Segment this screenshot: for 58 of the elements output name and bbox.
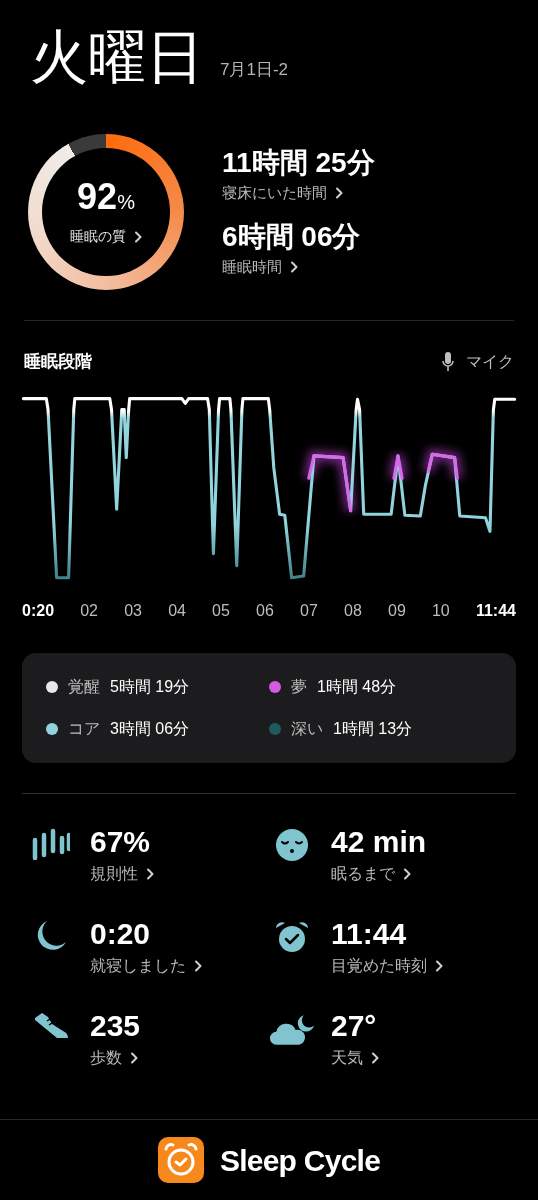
time-label: 0:20	[22, 600, 55, 621]
chevron-icon	[371, 1051, 379, 1064]
legend-value: 3時間 06分	[110, 718, 190, 739]
stat-link[interactable]: 就寝しました	[90, 953, 202, 978]
time-label: 07	[300, 600, 318, 621]
legend-value: 5時間 19分	[110, 676, 190, 697]
chevron-icon	[130, 1051, 138, 1064]
quality-link[interactable]: 睡眠の質	[70, 226, 142, 247]
duration-link[interactable]: 睡眠時間	[222, 256, 375, 279]
stat-link[interactable]: 規則性	[90, 861, 154, 886]
time-label: 02	[80, 600, 98, 621]
stat-link[interactable]: 目覚めた時刻	[331, 953, 443, 978]
date-label: 7月1日-2	[220, 58, 289, 81]
bars-icon	[32, 827, 70, 860]
legend-value: 1時間 48分	[317, 676, 397, 697]
moon-icon	[35, 919, 67, 952]
stat-link[interactable]: 眠るまで	[331, 861, 427, 886]
duration-value: 6時間 06分	[222, 220, 362, 254]
stat-value: 11:44	[331, 915, 408, 952]
stat-value: 0:20	[90, 915, 152, 952]
stat-link[interactable]: 歩数	[90, 1045, 141, 1070]
time-label: 03	[124, 600, 142, 621]
duration-value: 11時間 25分	[222, 145, 375, 180]
chevron-icon	[146, 867, 154, 880]
mic-button[interactable]: マイク	[442, 349, 514, 374]
legend-value: 1時間 13分	[333, 718, 413, 739]
legend-label: 覚醒	[68, 676, 100, 697]
time-label: 04	[168, 600, 186, 621]
chevron-icon	[194, 959, 202, 972]
quality-value: 92%	[77, 177, 135, 219]
time-label: 06	[256, 600, 274, 621]
stat-value: 27°	[331, 1007, 378, 1044]
chevron-icon	[290, 261, 298, 274]
shoe-icon	[33, 1011, 69, 1040]
stat-link[interactable]: 天気	[331, 1045, 379, 1070]
stat-value: 67%	[90, 823, 152, 860]
chevron-icon	[335, 186, 343, 199]
app-name: Sleep Cycle	[219, 1142, 381, 1179]
time-label: 09	[388, 600, 406, 621]
alarm-clock-icon	[275, 919, 309, 954]
legend-label: 深い	[291, 718, 323, 739]
time-label: 08	[344, 600, 362, 621]
time-label: 05	[212, 600, 230, 621]
stat-value: 42 min	[331, 823, 427, 860]
duration-link[interactable]: 寝床にいた時間	[222, 181, 375, 204]
legend-label: コア	[68, 718, 100, 739]
chevron-icon	[134, 230, 142, 243]
legend-label: 夢	[291, 676, 307, 697]
microphone-icon	[442, 351, 454, 372]
chevron-icon	[403, 867, 411, 880]
day-title: 火曜日	[30, 22, 204, 92]
time-label: 10	[431, 600, 450, 621]
sleepy-face-icon	[275, 827, 309, 862]
section-title: 睡眠段階	[24, 351, 92, 373]
app-logo-icon	[157, 1137, 204, 1183]
time-label: 11:44	[475, 600, 516, 621]
chevron-icon	[435, 959, 443, 972]
stat-value: 235	[90, 1007, 141, 1044]
